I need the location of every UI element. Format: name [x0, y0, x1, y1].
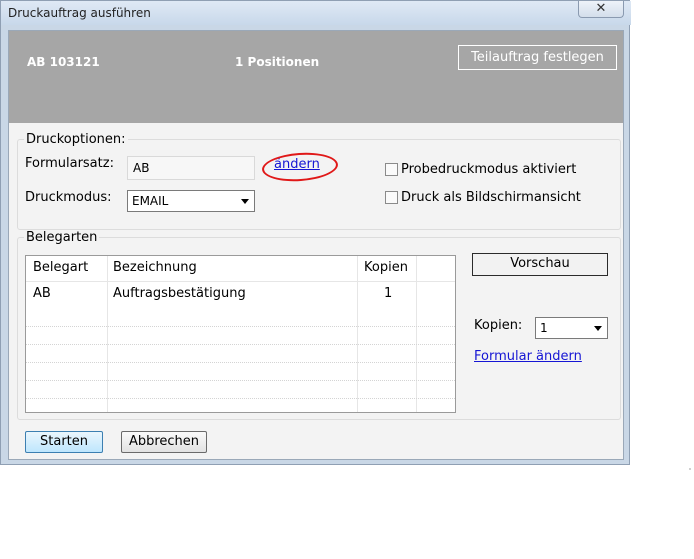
start-button[interactable]: Starten: [25, 431, 103, 453]
header-divider: [26, 281, 455, 282]
print-mode-select[interactable]: EMAIL: [127, 190, 255, 212]
dialog-client-area: AB 103121 1 Positionen Teilauftrag festl…: [8, 30, 624, 460]
close-icon: ✕: [595, 1, 607, 16]
row-divider: [26, 380, 455, 382]
document-types-table: Belegart Bezeichnung Kopien AB Auftragsb…: [25, 255, 456, 413]
document-types-label: Belegarten: [24, 230, 100, 245]
row-copies: 1: [384, 286, 393, 301]
change-form-link[interactable]: Formular ändern: [474, 349, 582, 364]
screen-view-checkbox[interactable]: [385, 191, 398, 204]
row-divider: [26, 344, 455, 346]
form-set-field[interactable]: AB: [127, 156, 255, 180]
test-print-label: Probedruckmodus aktiviert: [401, 162, 577, 177]
row-description: Auftragsbestätigung: [113, 286, 246, 301]
test-print-checkbox[interactable]: [385, 163, 398, 176]
copies-label: Kopien:: [474, 318, 523, 333]
close-button[interactable]: ✕: [578, 1, 624, 18]
order-number: AB 103121: [27, 55, 100, 69]
order-header: AB 103121 1 Positionen Teilauftrag festl…: [9, 31, 623, 123]
position-count: 1 Positionen: [235, 55, 320, 69]
title-bar: Druckauftrag ausführen ✕: [1, 1, 631, 25]
preview-button[interactable]: Vorschau: [472, 253, 608, 276]
form-set-label: Formularsatz:: [25, 156, 114, 171]
row-divider: [26, 326, 455, 328]
column-header-type[interactable]: Belegart: [33, 260, 88, 275]
window-title: Druckauftrag ausführen: [8, 6, 151, 20]
column-divider: [416, 256, 417, 412]
dialog-window: Druckauftrag ausführen ✕ AB 103121 1 Pos…: [0, 0, 631, 465]
print-options-label: Druckoptionen:: [24, 132, 128, 147]
column-header-copies[interactable]: Kopien: [364, 260, 408, 275]
row-divider: [26, 362, 455, 364]
column-divider: [357, 256, 358, 412]
row-divider: [26, 398, 455, 400]
chevron-down-icon: [241, 199, 249, 204]
print-mode-value: EMAIL: [132, 194, 169, 208]
column-header-description[interactable]: Bezeichnung: [113, 260, 197, 275]
stray-pixel: [689, 468, 691, 470]
column-divider: [107, 256, 108, 412]
cancel-button[interactable]: Abbrechen: [121, 431, 207, 453]
screen-view-label: Druck als Bildschirmansicht: [401, 190, 581, 205]
row-type: AB: [33, 286, 51, 301]
chevron-down-icon: [594, 326, 602, 331]
partial-order-button[interactable]: Teilauftrag festlegen: [458, 45, 617, 70]
copies-value: 1: [540, 321, 548, 335]
copies-select[interactable]: 1: [535, 317, 608, 339]
print-mode-label: Druckmodus:: [25, 190, 112, 205]
